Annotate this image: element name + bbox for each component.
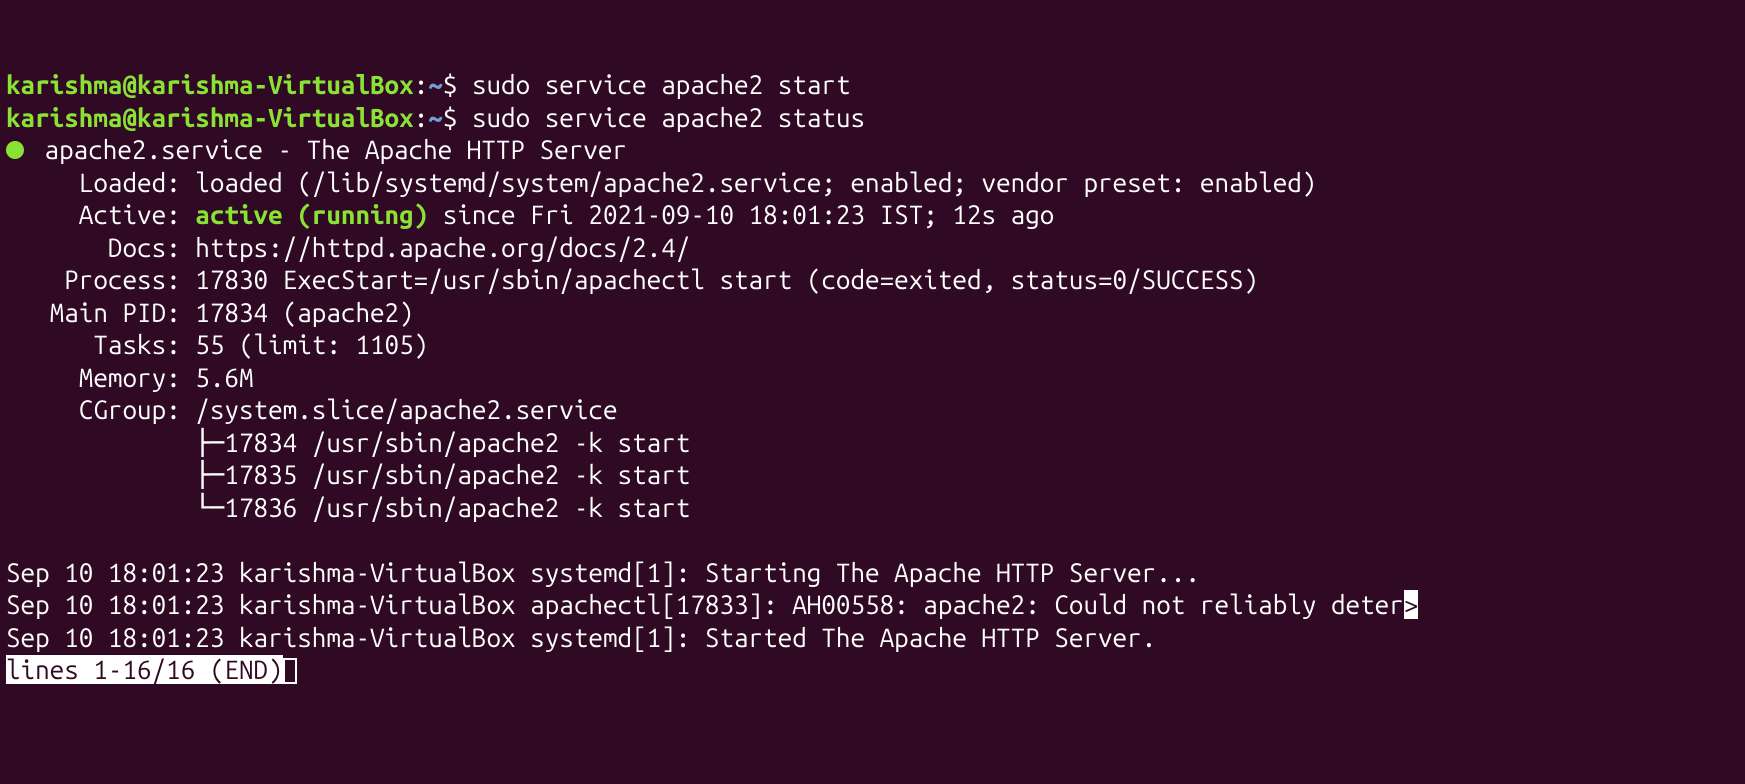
cgroup-line: CGroup: /system.slice/apache2.service	[6, 395, 618, 424]
status-dot-icon	[6, 141, 24, 159]
tasks-line: Tasks: 55 (limit: 1105)	[6, 330, 428, 359]
prompt-dollar: $	[443, 70, 472, 99]
cgroup-child-2: ├─17835 /usr/sbin/apache2 -k start	[6, 460, 690, 489]
mainpid-line: Main PID: 17834 (apache2)	[6, 298, 414, 327]
prompt-sep: :	[414, 70, 429, 99]
pager-status-line: lines 1-16/16 (END)	[6, 655, 297, 684]
prompt-sep: :	[414, 103, 429, 132]
log-line-1: Sep 10 18:01:23 karishma-VirtualBox syst…	[6, 558, 1200, 587]
log-line-2: Sep 10 18:01:23 karishma-VirtualBox apac…	[6, 590, 1418, 619]
prompt-line-1: karishma@karishma-VirtualBox:~$ sudo ser…	[6, 70, 851, 99]
prompt-dollar: $	[443, 103, 472, 132]
cgroup-child-1: ├─17834 /usr/sbin/apache2 -k start	[6, 428, 690, 457]
pager-status: lines 1-16/16 (END)	[6, 655, 283, 684]
prompt-user: karishma@karishma-VirtualBox	[6, 70, 414, 99]
command-text: sudo service apache2 start	[472, 70, 851, 99]
prompt-user: karishma@karishma-VirtualBox	[6, 103, 414, 132]
active-line: Active: active (running) since Fri 2021-…	[6, 200, 1054, 229]
loaded-line: Loaded: loaded (/lib/systemd/system/apac…	[6, 168, 1316, 197]
cgroup-child-3: └─17836 /usr/sbin/apache2 -k start	[6, 493, 690, 522]
service-title-line: apache2.service - The Apache HTTP Server	[6, 135, 627, 164]
command-text: sudo service apache2 status	[472, 103, 865, 132]
process-line: Process: 17830 ExecStart=/usr/sbin/apach…	[6, 265, 1258, 294]
terminal-output[interactable]: karishma@karishma-VirtualBox:~$ sudo ser…	[6, 69, 1739, 687]
log-line-3: Sep 10 18:01:23 karishma-VirtualBox syst…	[6, 623, 1156, 652]
cursor-icon	[283, 658, 297, 684]
memory-line: Memory: 5.6M	[6, 363, 254, 392]
prompt-line-2: karishma@karishma-VirtualBox:~$ sudo ser…	[6, 103, 865, 132]
truncation-indicator: >	[1404, 590, 1419, 619]
prompt-path: ~	[428, 103, 443, 132]
prompt-path: ~	[428, 70, 443, 99]
active-status: active (running)	[195, 200, 428, 229]
docs-line: Docs: https://httpd.apache.org/docs/2.4/	[6, 233, 690, 262]
